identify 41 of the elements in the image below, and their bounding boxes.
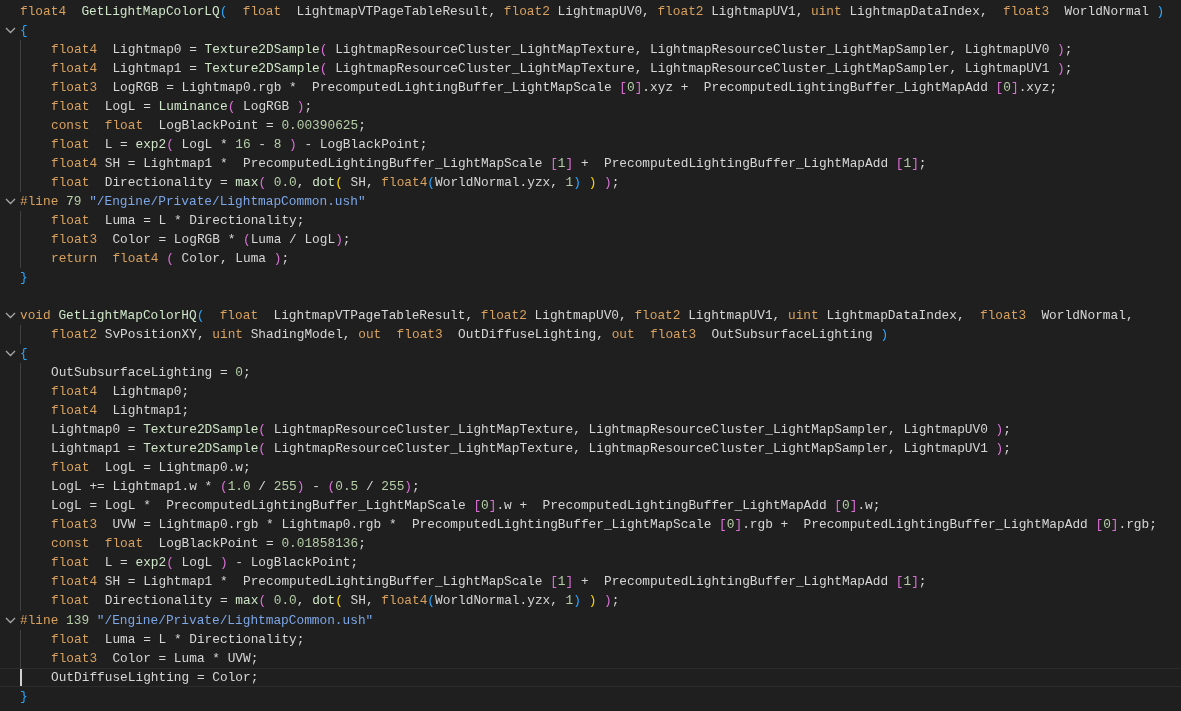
code-line: float4 Lightmap1;: [51, 402, 190, 421]
code-line: float Luma = L * Directionality;: [51, 212, 305, 231]
code-line: LogL += Lightmap1.w * (1.0 / 255) - (0.5 / 255);: [51, 478, 420, 497]
code-line: float4 Lightmap0 = Texture2DSample( LightmapResourceCluster_LightMapTexture, LightmapResourceCluster_LightMapSampler, LightmapUV0 );: [51, 41, 1073, 60]
code-line: const float LogBlackPoint = 0.01858136;: [51, 535, 366, 554]
fold-chevron-icon[interactable]: [5, 312, 16, 320]
code-line: #line 79 "/Engine/Private/LightmapCommon.ush": [20, 193, 366, 212]
code-line: OutSubsurfaceLighting = 0;: [51, 364, 251, 383]
code-line: #line 139 "/Engine/Private/LightmapCommon.ush": [20, 611, 374, 630]
code-line: float3 UVW = Lightmap0.rgb * Lightmap0.rgb * PrecomputedLightingBuffer_LightMapScale [0].rgb + PrecomputedLightingBuffer_LightMapAdd [0].rgb;: [51, 516, 1157, 535]
code-line: float3 LogRGB = Lightmap0.rgb * PrecomputedLightingBuffer_LightMapScale [0].xyz + PrecomputedLightingBuffer_LightMapAdd [0].xyz;: [51, 79, 1058, 98]
code-line: LogL = LogL * PrecomputedLightingBuffer_LightMapScale [0].w + PrecomputedLightingBuffer_LightMapAdd [0].w;: [51, 497, 881, 516]
code-line: float3 Color = Luma * UVW;: [51, 649, 259, 668]
code-line: Lightmap0 = Texture2DSample( LightmapResourceCluster_LightMapTexture, LightmapResourceCluster_LightMapSampler, LightmapUV0 );: [51, 421, 1011, 440]
code-line: OutDiffuseLighting = Color;: [51, 668, 259, 687]
code-line: float L = exp2( LogL ) - LogBlackPoint;: [51, 554, 359, 573]
fold-chevron-icon[interactable]: [5, 350, 16, 358]
code-line: const float LogBlackPoint = 0.00390625;: [51, 117, 366, 136]
code-line: }: [20, 269, 28, 288]
code-line: float LogL = Lightmap0.w;: [51, 459, 251, 478]
code-line: Lightmap1 = Texture2DSample( LightmapResourceCluster_LightMapTexture, LightmapResourceCluster_LightMapSampler, LightmapUV1 );: [51, 440, 1011, 459]
code-line: float Luma = L * Directionality;: [51, 630, 305, 649]
code-line: {: [20, 345, 28, 364]
fold-chevron-icon[interactable]: [5, 198, 16, 206]
code-line: float3 Color = LogRGB * (Luma / LogL);: [51, 231, 351, 250]
fold-chevron-icon[interactable]: [5, 27, 16, 34]
code-line: float Directionality = max( 0.0, dot( SH, float4(WorldNormal.yzx, 1) ) );: [51, 174, 620, 193]
code-line: float4 GetLightMapColorLQ( float LightmapVTPageTableResult, float2 LightmapUV0, float2 LightmapUV1, uint LightmapDataIndex, float3 WorldNormal ): [20, 3, 1165, 21]
code-line: {: [20, 22, 28, 40]
code-line: float4 Lightmap1 = Texture2DSample( LightmapResourceCluster_LightMapTexture, LightmapResourceCluster_LightMapSampler, LightmapUV1 );: [51, 60, 1073, 79]
code-line: float4 SH = Lightmap1 * PrecomputedLightingBuffer_LightMapScale [1] + PrecomputedLightingBuffer_LightMapAdd [1];: [51, 573, 927, 592]
code-line: void GetLightMapColorHQ( float LightmapVTPageTableResult, float2 LightmapUV0, float2 LightmapUV1, uint LightmapDataIndex, float3 WorldNormal,: [20, 307, 1134, 326]
code-line: }: [20, 687, 28, 706]
code-line: float4 SH = Lightmap1 * PrecomputedLightingBuffer_LightMapScale [1] + PrecomputedLightingBuffer_LightMapAdd [1];: [51, 155, 927, 174]
code-line: float LogL = Luminance( LogRGB );: [51, 98, 313, 117]
fold-chevron-icon[interactable]: [5, 616, 16, 624]
code-line: float L = exp2( LogL * 16 - 8 ) - LogBlackPoint;: [51, 136, 428, 155]
code-line: return float4 ( Color, Luma );: [51, 250, 290, 269]
code-line: float2 SvPositionXY, uint ShadingModel, out float3 OutDiffuseLighting, out float3 OutSubsurfaceLighting ): [51, 326, 889, 345]
code-line: float4 Lightmap0;: [51, 383, 190, 402]
code-line: float Directionality = max( 0.0, dot( SH, float4(WorldNormal.yzx, 1) ) );: [51, 592, 620, 611]
